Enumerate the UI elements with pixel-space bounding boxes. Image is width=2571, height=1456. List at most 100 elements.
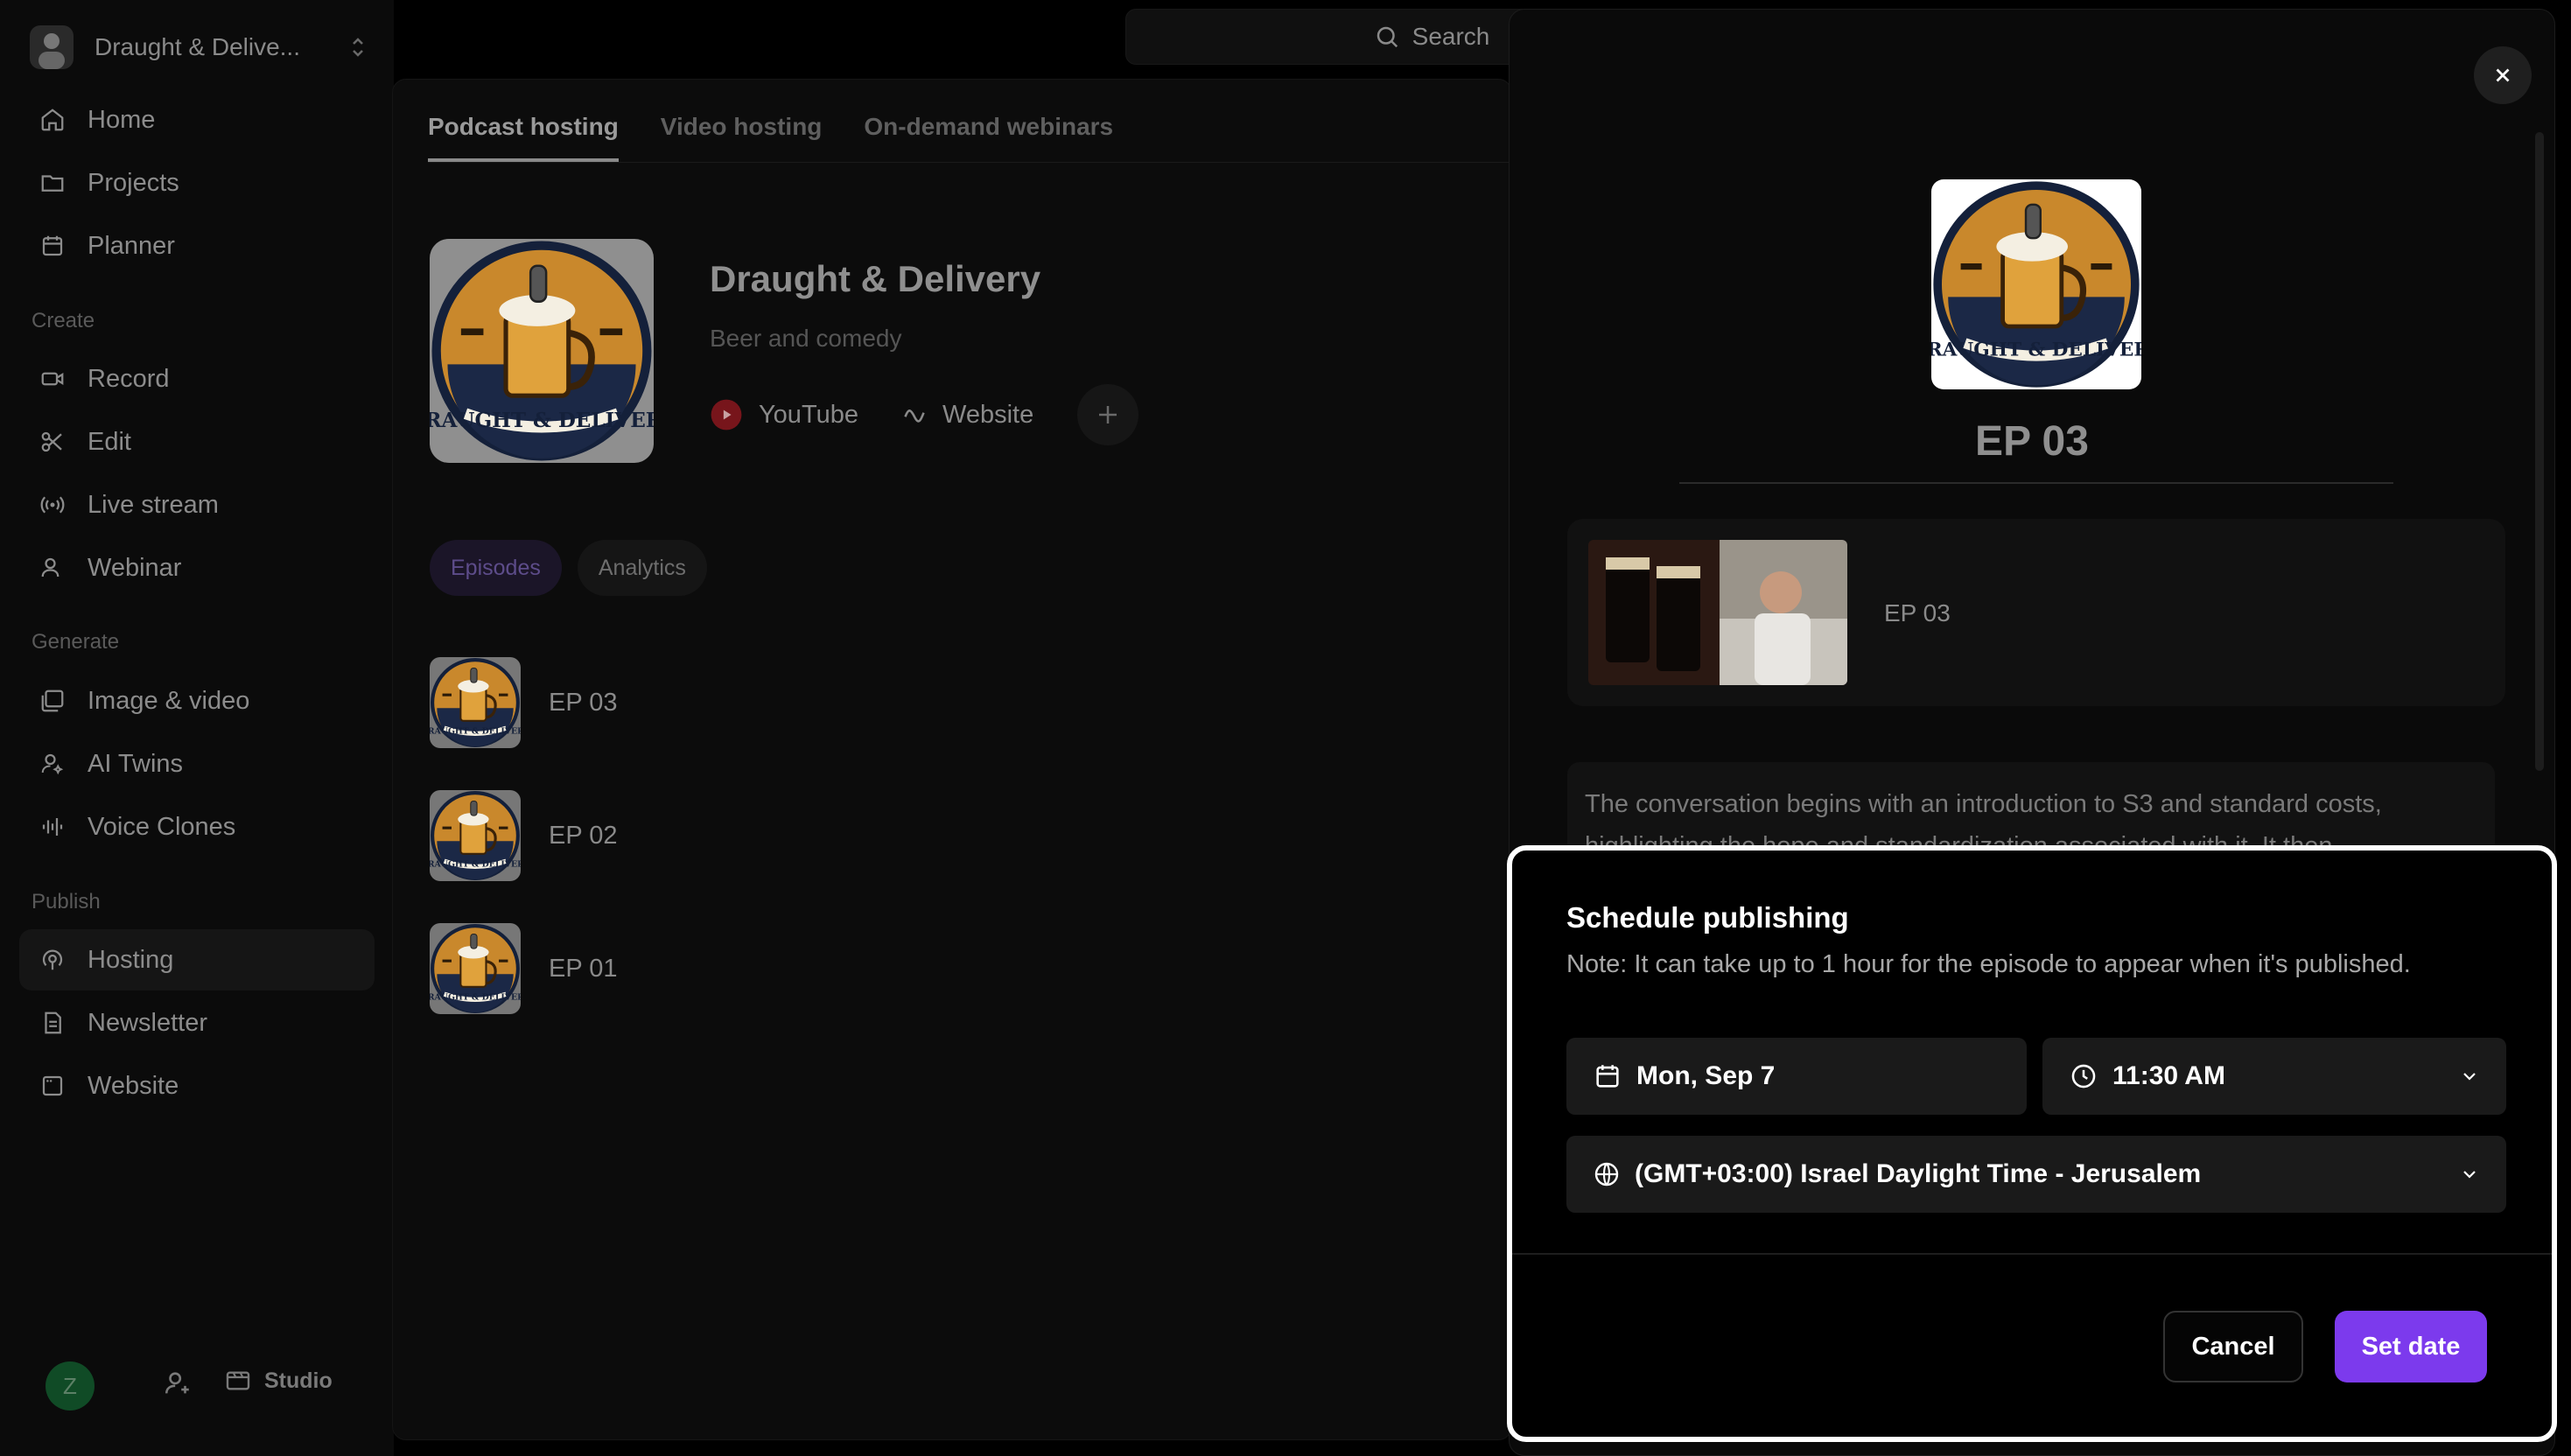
episode-row[interactable]: EP 02 xyxy=(430,790,617,881)
link-label: Website xyxy=(942,400,1034,429)
media-title: EP 03 xyxy=(1884,599,1951,626)
hosting-tabs: Podcast hosting Video hosting On-demand … xyxy=(428,80,1155,162)
browser-icon xyxy=(37,1070,68,1102)
sidebar-item-record[interactable]: Record xyxy=(19,348,375,410)
time-select[interactable]: 11:30 AM xyxy=(2042,1038,2506,1115)
video-camera-icon xyxy=(37,363,68,395)
time-value: 11:30 AM xyxy=(2112,1061,2225,1090)
pill-analytics[interactable]: Analytics xyxy=(577,540,707,596)
pill-episodes[interactable]: Episodes xyxy=(430,540,562,596)
section-generate-title: Generate xyxy=(32,630,120,654)
timezone-value: (GMT+03:00) Israel Daylight Time - Jerus… xyxy=(1635,1159,2202,1188)
sidebar-item-label: Voice Clones xyxy=(88,812,236,841)
episode-cover-image xyxy=(1931,179,2141,389)
cancel-button[interactable]: Cancel xyxy=(2163,1311,2303,1382)
sidebar-item-label: Hosting xyxy=(88,945,174,974)
sidebar-item-label: Edit xyxy=(88,427,131,456)
link-label: YouTube xyxy=(759,400,858,429)
user-menu[interactable]: Z xyxy=(46,1362,95,1410)
dialog-divider xyxy=(1512,1253,2552,1255)
broadcast-icon xyxy=(37,489,68,521)
sidebar-item-image-video[interactable]: Image & video xyxy=(19,670,375,732)
sidebar-item-label: Projects xyxy=(88,168,179,197)
add-user-icon[interactable] xyxy=(163,1368,193,1398)
sidebar-item-label: Image & video xyxy=(88,686,250,715)
show-subtitle: Beer and comedy xyxy=(710,325,902,352)
sidebar-item-ai-twins[interactable]: AI Twins xyxy=(19,733,375,794)
sidebar-item-label: Newsletter xyxy=(88,1008,207,1037)
globe-icon xyxy=(1594,1162,1619,1186)
episode-thumbnail xyxy=(430,790,521,881)
sidebar-item-projects[interactable]: Projects xyxy=(19,152,375,214)
episode-title-heading: EP 03 xyxy=(1975,418,2089,465)
search-icon xyxy=(1377,26,1398,48)
add-link-button[interactable] xyxy=(1077,384,1139,445)
studio-icon xyxy=(226,1371,250,1390)
people-icon xyxy=(37,552,68,584)
episode-row[interactable]: EP 03 xyxy=(430,657,617,748)
close-icon xyxy=(2496,68,2510,82)
youtube-link[interactable]: YouTube xyxy=(710,398,858,431)
media-card[interactable]: EP 03 xyxy=(1567,519,2505,706)
video-thumbnail xyxy=(1588,540,1847,685)
home-icon xyxy=(37,104,68,136)
clock-icon xyxy=(2071,1064,2096,1088)
document-icon xyxy=(37,1007,68,1039)
dialog-title: Schedule publishing xyxy=(1566,901,1849,934)
main-content: Podcast hosting Video hosting On-demand … xyxy=(392,79,1512,1440)
show-links: YouTube Website xyxy=(710,384,1139,445)
episode-row[interactable]: EP 01 xyxy=(430,923,617,1014)
ai-twin-icon xyxy=(37,748,68,780)
chevron-updown-icon xyxy=(348,34,368,60)
tab-podcast-hosting[interactable]: Podcast hosting xyxy=(428,113,619,162)
sidebar-item-newsletter[interactable]: Newsletter xyxy=(19,992,375,1054)
chevron-down-icon xyxy=(2463,1171,2476,1179)
sidebar-item-webinar[interactable]: Webinar xyxy=(19,537,375,598)
folder-icon xyxy=(37,167,68,199)
episode-title: EP 03 xyxy=(549,688,618,717)
sidebar-item-hosting[interactable]: Hosting xyxy=(19,929,375,990)
scissors-icon xyxy=(37,426,68,458)
sidebar-item-planner[interactable]: Planner xyxy=(19,215,375,276)
sidebar-item-live-stream[interactable]: Live stream xyxy=(19,474,375,536)
section-create-title: Create xyxy=(32,309,95,332)
dialog-note: Note: It can take up to 1 hour for the e… xyxy=(1566,950,2411,978)
show-title: Draught & Delivery xyxy=(710,258,1041,299)
timezone-select[interactable]: (GMT+03:00) Israel Daylight Time - Jerus… xyxy=(1566,1136,2506,1213)
website-wave-icon xyxy=(904,410,925,423)
set-date-button[interactable]: Set date xyxy=(2335,1311,2487,1382)
search-label: Search xyxy=(1412,23,1490,50)
calendar-icon xyxy=(37,230,68,262)
waveform-icon xyxy=(37,811,68,843)
sidebar-item-label: Record xyxy=(88,364,170,393)
sidebar-item-label: Live stream xyxy=(88,490,219,519)
tab-on-demand-webinars[interactable]: On-demand webinars xyxy=(864,113,1113,162)
sidebar-item-label: Website xyxy=(88,1071,179,1100)
sidebar-item-label: Home xyxy=(88,105,156,134)
tab-video-hosting[interactable]: Video hosting xyxy=(661,113,823,162)
workspace-name: Draught & Delive... xyxy=(95,33,300,60)
content-pills: Episodes Analytics xyxy=(430,540,723,596)
close-panel-button[interactable] xyxy=(2474,46,2532,104)
title-underline xyxy=(1679,482,2393,484)
image-icon xyxy=(37,685,68,717)
workspace-switcher[interactable]: Draught & Delive... xyxy=(30,23,368,72)
studio-button[interactable]: Studio xyxy=(224,1367,333,1395)
youtube-icon xyxy=(711,399,742,430)
sidebar-item-voice-clones[interactable]: Voice Clones xyxy=(19,796,375,858)
website-link[interactable]: Website xyxy=(902,401,1033,430)
sidebar-item-website[interactable]: Website xyxy=(19,1055,375,1116)
tabs-divider xyxy=(428,162,1511,163)
sidebar-item-home[interactable]: Home xyxy=(19,89,375,150)
episode-thumbnail xyxy=(430,657,521,748)
show-cover-image xyxy=(430,239,654,463)
sidebar-item-label: AI Twins xyxy=(88,749,184,778)
sidebar-item-edit[interactable]: Edit xyxy=(19,411,375,472)
date-value: Mon, Sep 7 xyxy=(1636,1061,1776,1090)
episode-thumbnail xyxy=(430,923,521,1014)
section-publish-title: Publish xyxy=(32,890,101,914)
studio-label: Studio xyxy=(264,1368,333,1393)
date-picker[interactable]: Mon, Sep 7 xyxy=(1566,1038,2027,1115)
episode-title: EP 02 xyxy=(549,821,618,850)
panel-scrollbar[interactable] xyxy=(2535,132,2544,771)
